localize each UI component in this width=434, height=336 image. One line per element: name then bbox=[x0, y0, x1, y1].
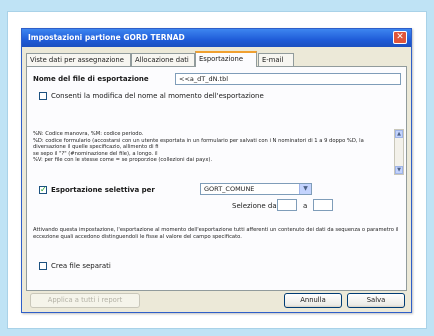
chevron-down-icon[interactable]: ▼ bbox=[299, 184, 311, 194]
close-icon: ✕ bbox=[396, 32, 404, 42]
tab-export[interactable]: Esportazione bbox=[195, 51, 257, 67]
note-line: se sepo il "?" (#nominazione del file), … bbox=[33, 150, 158, 157]
note-line: %N: Codice manovra, %M: codice periodo. bbox=[33, 131, 144, 137]
apply-to-all-reports-button[interactable]: Applica a tutti i report bbox=[30, 293, 140, 308]
close-button[interactable]: ✕ bbox=[393, 31, 407, 44]
title-bar[interactable]: Impostazioni partione GORD TERNAD ✕ bbox=[22, 29, 411, 47]
create-separate-files-label: Crea file separati bbox=[51, 262, 111, 270]
selective-export-description: Attivando questa impostazione, l'esporta… bbox=[33, 227, 399, 240]
consent-rename-label: Consenti la modifica del nome al momento… bbox=[51, 92, 264, 100]
selection-from-label: Selezione da bbox=[232, 202, 277, 210]
note-line: %D: codice formulario (accostarsi con un… bbox=[33, 137, 364, 151]
dialog-title: Impostazioni partione GORD TERNAD bbox=[28, 33, 185, 42]
create-separate-files-checkbox[interactable] bbox=[39, 262, 47, 270]
selection-to-label: a bbox=[303, 202, 308, 210]
consent-rename-checkbox[interactable] bbox=[39, 92, 47, 100]
filename-notes: %N: Codice manovra, %M: codice periodo. … bbox=[33, 131, 393, 171]
scroll-down-icon[interactable]: ▼ bbox=[395, 166, 403, 174]
filename-input[interactable]: <<a_dT_dN.tbl bbox=[175, 73, 401, 85]
tab-assignment-views[interactable]: Viste dati per assegnazione bbox=[26, 53, 131, 66]
selective-field-value: GORT_COMUNE bbox=[204, 185, 255, 193]
filename-label: Nome del file di esportazione bbox=[33, 75, 149, 83]
export-panel: Nome del file di esportazione <<a_dT_dN.… bbox=[26, 66, 407, 291]
selective-export-label: Esportazione selettiva per bbox=[51, 186, 155, 194]
export-settings-dialog: Impostazioni partione GORD TERNAD ✕ Vist… bbox=[21, 28, 412, 313]
selective-export-checkbox[interactable]: ✓ bbox=[39, 186, 47, 194]
save-button[interactable]: Salva bbox=[347, 293, 405, 308]
notes-scrollbar[interactable]: ▲ ▼ bbox=[394, 129, 404, 175]
note-line: %V: per file con le stesse come = se pro… bbox=[33, 157, 213, 164]
selection-to-input[interactable] bbox=[313, 199, 333, 211]
scroll-up-icon[interactable]: ▲ bbox=[395, 130, 403, 138]
selection-from-input[interactable] bbox=[277, 199, 297, 211]
tab-email[interactable]: E-mail bbox=[258, 53, 294, 66]
tab-data-allocation[interactable]: Allocazione dati bbox=[131, 53, 195, 66]
selective-field-select[interactable]: GORT_COMUNE ▼ bbox=[200, 183, 312, 195]
cancel-button[interactable]: Annulla bbox=[284, 293, 342, 308]
